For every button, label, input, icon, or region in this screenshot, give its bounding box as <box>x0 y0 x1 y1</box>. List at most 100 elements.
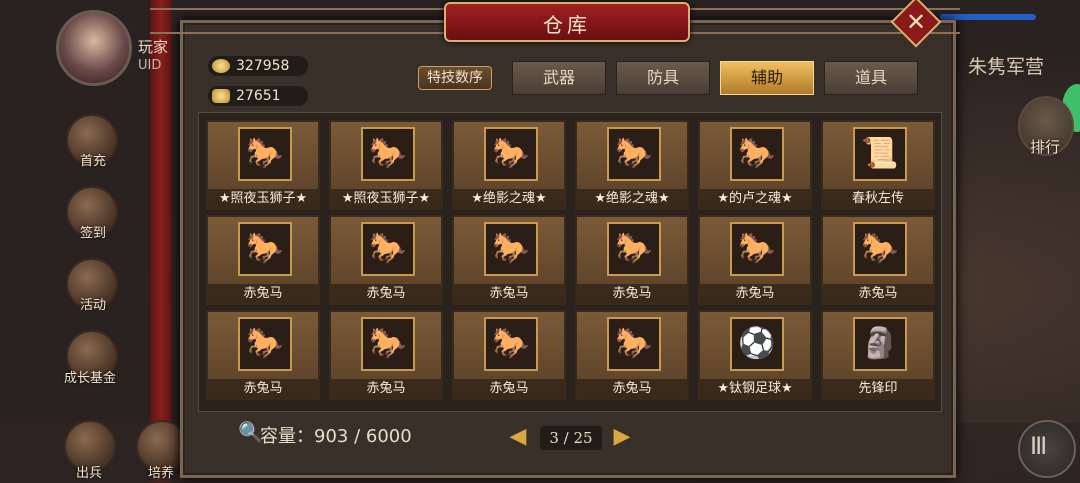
item-glyph: 🐎 <box>246 231 284 266</box>
tab-3[interactable]: 道具 <box>824 61 918 95</box>
item-name: 赤兔马 <box>331 379 441 398</box>
red-horse-icon: 🐎 <box>607 222 661 276</box>
deploy-label: 出兵 <box>76 466 103 481</box>
item-slot[interactable]: 🐎 赤兔马 <box>575 215 689 305</box>
activity-label: 活动 <box>80 298 107 313</box>
warehouse-title: 仓库 <box>543 13 591 37</box>
item-name: 赤兔马 <box>331 284 441 303</box>
item-slot[interactable]: 🐎 赤兔马 <box>452 310 566 400</box>
item-name: ★钛钢足球★ <box>700 379 810 398</box>
tab-2[interactable]: 辅助 <box>720 61 814 95</box>
item-slot[interactable]: 🐎 赤兔马 <box>206 215 320 305</box>
dark-horse-icon: 🐎 <box>484 127 538 181</box>
item-slot[interactable]: 🐎 赤兔马 <box>329 310 443 400</box>
dark-horse-icon: 🐎 <box>607 127 661 181</box>
item-name: 赤兔马 <box>700 284 810 303</box>
item-glyph: 🐎 <box>369 136 407 171</box>
item-slot[interactable]: 🐎 赤兔马 <box>821 215 935 305</box>
item-slot[interactable]: 🐎 ★绝影之魂★ <box>575 120 689 210</box>
item-name: 赤兔马 <box>208 379 318 398</box>
item-glyph: 🐎 <box>492 231 530 266</box>
main-menu-button[interactable] <box>1018 420 1076 478</box>
sign-in-label: 签到 <box>80 226 107 241</box>
item-name: 春秋左传 <box>823 189 933 208</box>
gold-amount: 27651 <box>236 88 281 104</box>
sort-button[interactable]: 特技数序 <box>418 66 492 90</box>
copper-coin-icon <box>212 59 230 73</box>
item-slot[interactable]: 📜 春秋左传 <box>821 120 935 210</box>
item-name: ★绝影之魂★ <box>454 189 564 208</box>
item-name: 赤兔马 <box>577 284 687 303</box>
tab-1[interactable]: 防具 <box>616 61 710 95</box>
item-slot[interactable]: 🐎 赤兔马 <box>206 310 320 400</box>
item-slot[interactable]: 🗿 先锋印 <box>821 310 935 400</box>
close-icon[interactable]: ✕ <box>898 6 934 38</box>
camp-title: 朱隽军营 <box>968 56 1045 78</box>
item-slot[interactable]: 🐎 ★绝影之魂★ <box>452 120 566 210</box>
book-scroll-icon: 📜 <box>853 127 907 181</box>
red-horse-icon: 🐎 <box>361 222 415 276</box>
item-slot[interactable]: ⚽ ★钛钢足球★ <box>698 310 812 400</box>
item-name: 赤兔马 <box>454 379 564 398</box>
gold-ingot-icon <box>212 89 230 103</box>
item-slot[interactable]: 🐎 赤兔马 <box>575 310 689 400</box>
next-page-arrow-icon[interactable]: ▶ <box>612 426 632 448</box>
item-glyph: 🐎 <box>615 231 653 266</box>
seal-icon: 🗿 <box>853 317 907 371</box>
player-name: 玩家 <box>138 38 169 56</box>
rank-label: 排行 <box>1030 138 1061 156</box>
copper-amount: 327958 <box>236 58 290 74</box>
item-name: ★的卢之魂★ <box>700 189 810 208</box>
red-horse-icon: 🐎 <box>238 317 292 371</box>
item-glyph: 📜 <box>861 136 899 171</box>
item-glyph: 🐎 <box>615 326 653 361</box>
player-uid-label: UID <box>138 58 162 73</box>
red-horse-icon: 🐎 <box>484 222 538 276</box>
page-indicator: 3 / 25 <box>540 426 602 450</box>
item-name: 先锋印 <box>823 379 933 398</box>
red-horse-icon: 🐎 <box>607 317 661 371</box>
item-slot[interactable]: 🐎 赤兔马 <box>698 215 812 305</box>
item-slot[interactable]: 🐎 ★的卢之魂★ <box>698 120 812 210</box>
item-slot[interactable]: 🐎 赤兔马 <box>452 215 566 305</box>
item-glyph: 🐎 <box>615 136 653 171</box>
item-name: 赤兔马 <box>577 379 687 398</box>
menu-icon: III <box>1030 432 1047 460</box>
item-name: 赤兔马 <box>823 284 933 303</box>
item-name: 赤兔马 <box>454 284 564 303</box>
white-horse-icon: 🐎 <box>238 127 292 181</box>
item-slot[interactable]: 🐎 ★照夜玉狮子★ <box>206 120 320 210</box>
item-name: 赤兔马 <box>208 284 318 303</box>
train-label: 培养 <box>148 466 175 481</box>
item-glyph: 🐎 <box>738 231 776 266</box>
red-horse-icon: 🐎 <box>238 222 292 276</box>
red-horse-icon: 🐎 <box>484 317 538 371</box>
item-glyph: 🐎 <box>246 326 284 361</box>
white-horse-icon: 🐎 <box>361 127 415 181</box>
red-horse-spirit-icon: 🐎 <box>730 127 784 181</box>
growth-fund-label: 成长基金 <box>64 371 117 386</box>
item-glyph: 🐎 <box>369 326 407 361</box>
item-slot[interactable]: 🐎 赤兔马 <box>329 215 443 305</box>
red-horse-icon: 🐎 <box>730 222 784 276</box>
red-horse-icon: 🐎 <box>853 222 907 276</box>
tab-0[interactable]: 武器 <box>512 61 606 95</box>
item-name: ★照夜玉狮子★ <box>331 189 441 208</box>
prev-page-arrow-icon[interactable]: ◀ <box>508 426 528 448</box>
capacity-text: 容量：903 / 6000 <box>260 426 412 447</box>
item-glyph: 🗿 <box>861 326 899 361</box>
item-slot[interactable]: 🐎 ★照夜玉狮子★ <box>329 120 443 210</box>
soccer-ball-icon: ⚽ <box>730 317 784 371</box>
item-glyph: 🐎 <box>492 326 530 361</box>
item-glyph: 🐎 <box>492 136 530 171</box>
item-glyph: 🐎 <box>861 231 899 266</box>
item-glyph: 🐎 <box>738 136 776 171</box>
item-glyph: ⚽ <box>738 326 776 361</box>
player-avatar[interactable] <box>56 10 132 86</box>
item-name: ★照夜玉狮子★ <box>208 189 318 208</box>
item-name: ★绝影之魂★ <box>577 189 687 208</box>
red-horse-icon: 🐎 <box>361 317 415 371</box>
item-glyph: 🐎 <box>246 136 284 171</box>
first-recharge-label: 首充 <box>80 154 107 169</box>
item-glyph: 🐎 <box>369 231 407 266</box>
